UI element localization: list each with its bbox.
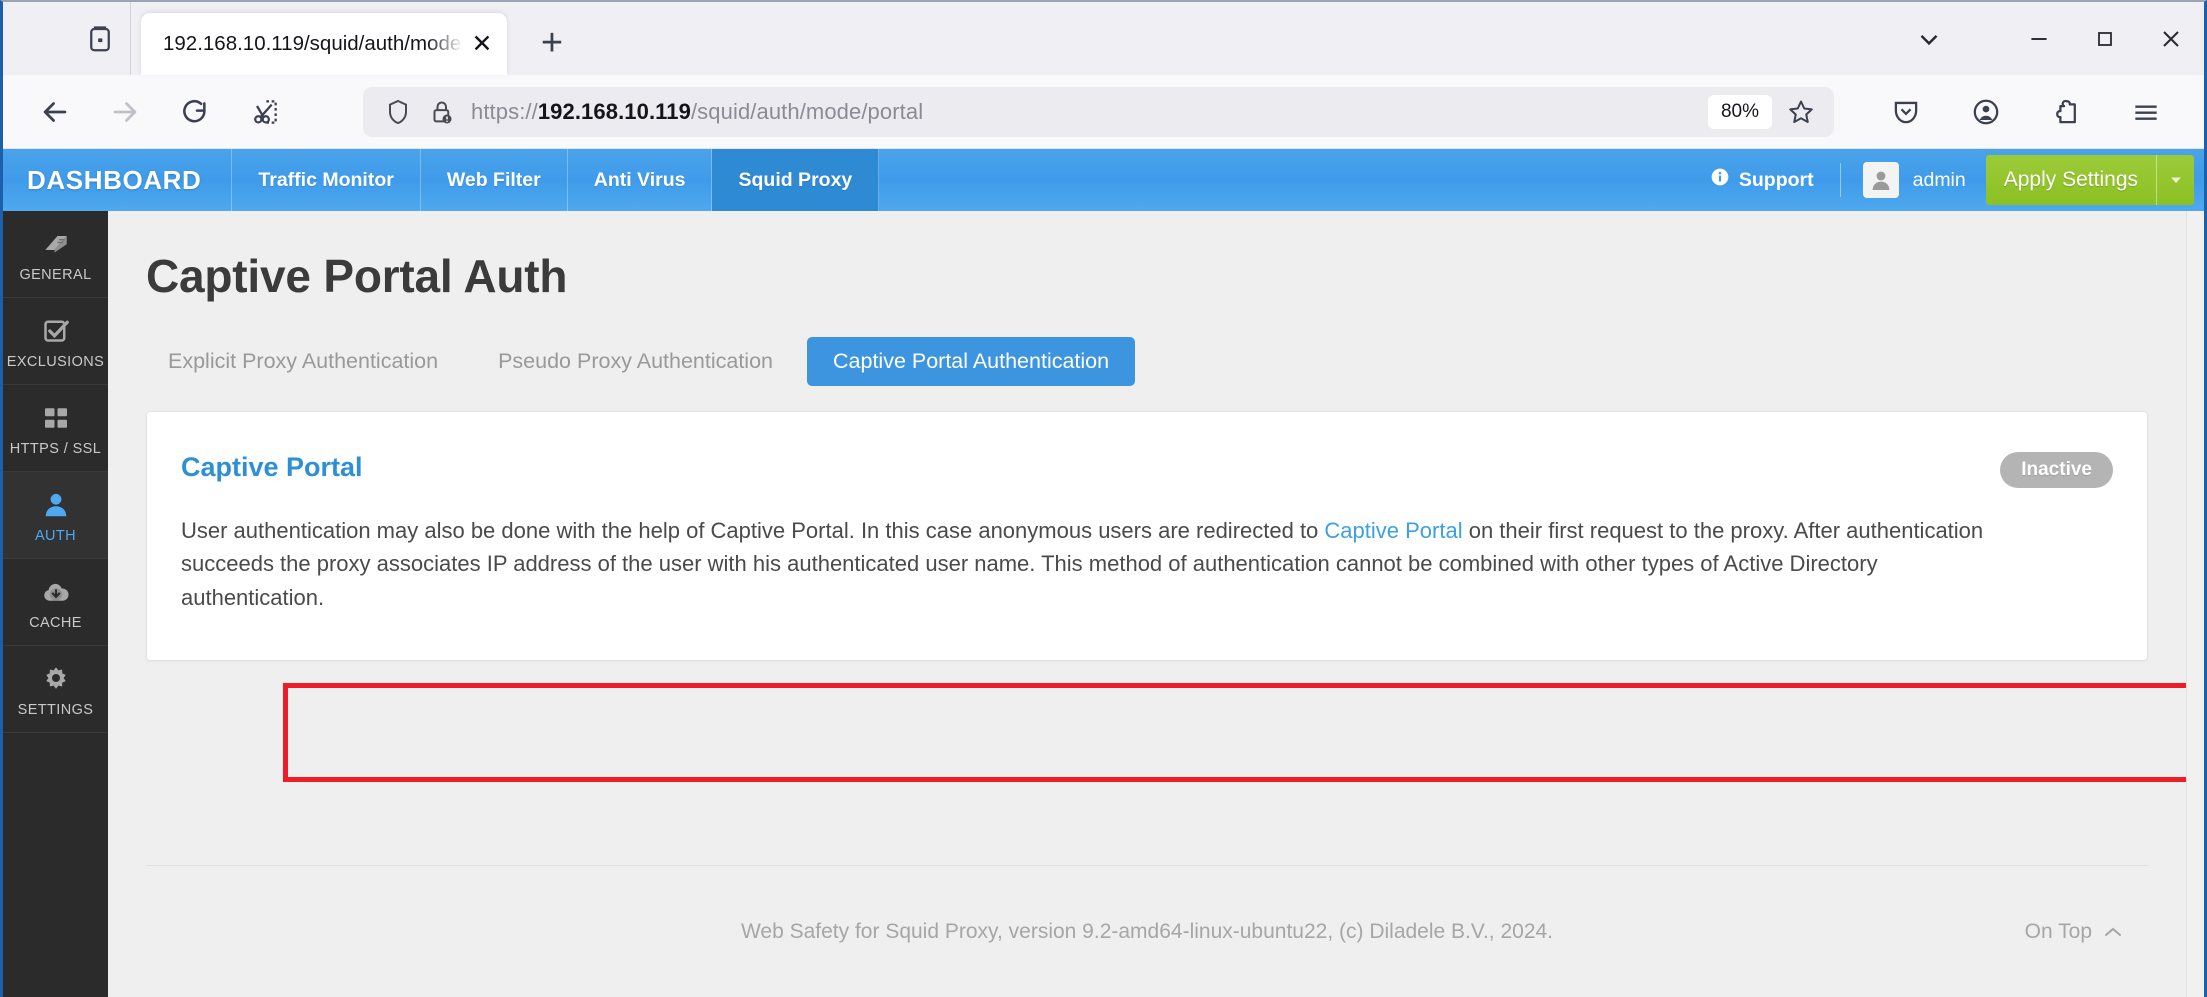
brand-dashboard-link[interactable]: DASHBOARD <box>3 149 233 211</box>
firefox-view-button[interactable] <box>69 2 131 75</box>
chevron-up-icon <box>2105 927 2121 936</box>
application-top-nav: DASHBOARD Traffic Monitor Web Filter Ant… <box>3 149 2204 211</box>
on-top-label: On Top <box>2024 919 2092 943</box>
tab-explicit-proxy-authentication[interactable]: Explicit Proxy Authentication <box>142 337 464 386</box>
sidebar-item-https-ssl[interactable]: HTTPS / SSL <box>3 385 108 472</box>
maximize-icon[interactable] <box>2072 2 2138 75</box>
captive-portal-link[interactable]: Captive Portal <box>1324 518 1462 543</box>
book-icon <box>39 225 73 259</box>
card-title: Captive Portal <box>181 452 363 482</box>
url-scheme: https:// <box>471 98 538 124</box>
forward-icon <box>97 84 153 140</box>
footer-text: Web Safety for Squid Proxy, version 9.2-… <box>740 919 1554 943</box>
minimize-icon[interactable] <box>2006 2 2072 75</box>
sidebar-item-settings[interactable]: SETTINGS <box>3 646 108 733</box>
toolbar-right-icons <box>1860 84 2180 140</box>
cloud-download-icon <box>38 573 74 607</box>
page-tabs: Explicit Proxy Authentication Pseudo Pro… <box>142 337 2186 386</box>
topnav-item-squid-proxy[interactable]: Squid Proxy <box>712 149 880 211</box>
url-host: 192.168.10.119 <box>537 98 691 124</box>
app-body: GENERAL EXCLUSIONS HTTPS / SSL AUTH CACH… <box>3 211 2204 997</box>
zoom-level-badge[interactable]: 80% <box>1707 94 1772 129</box>
status-badge: Inactive <box>2000 452 2113 488</box>
apply-settings-caret-icon[interactable] <box>2156 155 2194 205</box>
browser-tab[interactable]: 192.168.10.119/squid/auth/mode/portal ✕ <box>141 13 507 75</box>
support-label: Support <box>1738 168 1814 191</box>
sidebar-label: CACHE <box>29 615 82 631</box>
reload-icon[interactable] <box>167 84 223 140</box>
checkbox-icon <box>40 312 72 346</box>
shield-icon[interactable] <box>383 97 413 127</box>
sidebar-item-exclusions[interactable]: EXCLUSIONS <box>3 298 108 385</box>
address-bar[interactable]: https://192.168.10.119/squid/auth/mode/p… <box>363 86 1834 137</box>
sidebar: GENERAL EXCLUSIONS HTTPS / SSL AUTH CACH… <box>3 211 108 997</box>
sidebar-label: AUTH <box>34 528 77 544</box>
sidebar-item-auth[interactable]: AUTH <box>3 472 108 559</box>
url-text[interactable]: https://192.168.10.119/squid/auth/mode/p… <box>471 99 1708 125</box>
browser-toolbar: https://192.168.10.119/squid/auth/mode/p… <box>3 75 2204 149</box>
page-content: Captive Portal Auth Explicit Proxy Authe… <box>108 211 2186 997</box>
lock-warning-icon[interactable] <box>427 97 457 127</box>
support-link[interactable]: Support <box>1684 149 1840 211</box>
account-icon[interactable] <box>1958 84 2014 140</box>
highlight-box <box>283 683 2186 782</box>
grid-icon <box>40 399 72 433</box>
application-menu-icon[interactable] <box>2118 84 2174 140</box>
new-tab-button[interactable]: + <box>529 20 575 66</box>
topnav-spacer <box>879 149 1684 211</box>
on-top-button[interactable]: On Top <box>2025 920 2124 944</box>
sidebar-item-general[interactable]: GENERAL <box>3 211 108 298</box>
user-name: admin <box>1912 168 1966 191</box>
sidebar-label: HTTPS / SSL <box>9 441 102 457</box>
browser-window: 192.168.10.119/squid/auth/mode/portal ✕ … <box>0 0 2207 997</box>
web-application: DASHBOARD Traffic Monitor Web Filter Ant… <box>3 149 2204 997</box>
user-icon <box>40 486 72 520</box>
card-area: Captive Portal Inactive User authenticat… <box>146 411 2148 662</box>
gear-icon <box>40 660 72 694</box>
captive-portal-card: Captive Portal Inactive User authenticat… <box>146 411 2148 662</box>
topnav-item-traffic-monitor[interactable]: Traffic Monitor <box>232 149 421 211</box>
apply-settings-button[interactable]: Apply Settings <box>1985 155 2156 205</box>
page-scrollbar[interactable] <box>2186 211 2204 997</box>
sidebar-item-cache[interactable]: CACHE <box>3 559 108 646</box>
back-icon[interactable] <box>27 84 83 140</box>
avatar <box>1862 162 1899 198</box>
close-window-icon[interactable] <box>2138 2 2204 75</box>
chevron-down-icon[interactable] <box>1896 2 1962 75</box>
info-icon <box>1710 167 1730 193</box>
page-title: Captive Portal Auth <box>146 250 568 302</box>
bookmark-star-icon[interactable] <box>1778 89 1824 135</box>
sidebar-label: EXCLUSIONS <box>6 354 105 370</box>
apply-settings-group: Apply Settings <box>1985 155 2194 205</box>
description-part-1: User authentication may also be done wit… <box>181 518 1325 543</box>
card-description: User authentication may also be done wit… <box>181 514 2011 614</box>
page-footer: Web Safety for Squid Proxy, version 9.2-… <box>146 865 2148 997</box>
sidebar-label: GENERAL <box>19 267 92 283</box>
window-controls <box>1896 2 2204 75</box>
sidebar-label: SETTINGS <box>17 702 94 718</box>
url-path: /squid/auth/mode/portal <box>690 98 924 124</box>
topnav-item-anti-virus[interactable]: Anti Virus <box>568 149 713 211</box>
screenshot-icon[interactable] <box>237 84 293 140</box>
tab-captive-portal-authentication[interactable]: Captive Portal Authentication <box>807 337 1136 386</box>
tab-strip: 192.168.10.119/squid/auth/mode/portal ✕ … <box>3 2 2204 75</box>
tab-pseudo-proxy-authentication[interactable]: Pseudo Proxy Authentication <box>472 337 799 386</box>
user-menu[interactable]: admin <box>1841 149 1986 211</box>
topnav-item-web-filter[interactable]: Web Filter <box>421 149 568 211</box>
card-header: Captive Portal Inactive <box>181 452 2113 488</box>
tab-title: 192.168.10.119/squid/auth/mode/portal <box>163 32 463 55</box>
close-icon[interactable]: ✕ <box>467 29 497 59</box>
pocket-icon[interactable] <box>1878 84 1934 140</box>
extensions-icon[interactable] <box>2038 84 2094 140</box>
